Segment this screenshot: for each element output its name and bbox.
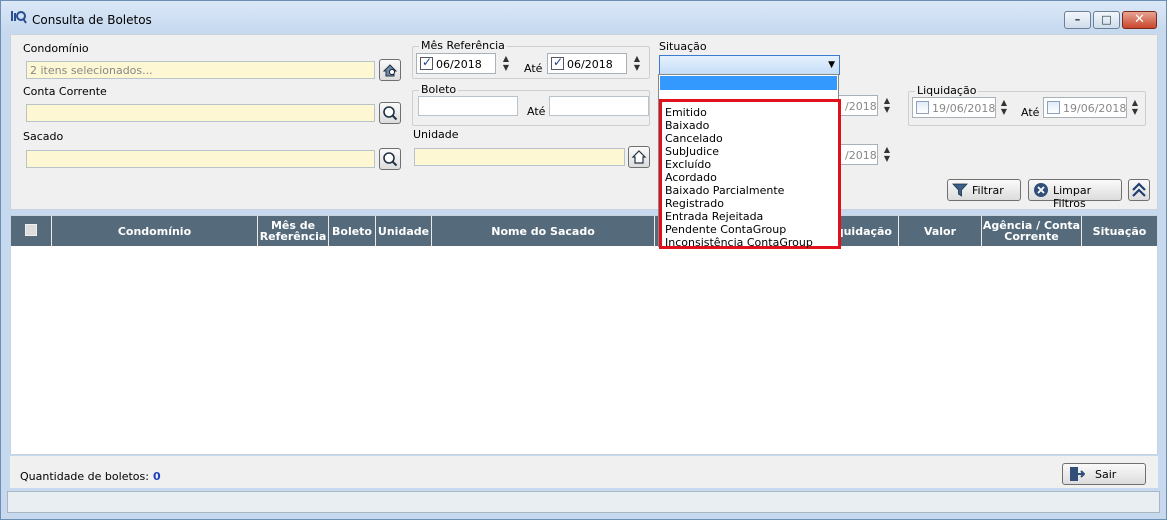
condominio-search-button[interactable] bbox=[379, 59, 401, 81]
collapse-filters-button[interactable] bbox=[1128, 179, 1150, 201]
situacao-option[interactable]: Entrada Rejeitada bbox=[665, 210, 763, 223]
grid-header: Condomínio Mês de Referência Boleto Unid… bbox=[11, 216, 1157, 246]
emissao-to-spinner[interactable]: ▲ ▼ bbox=[881, 145, 893, 165]
close-button[interactable]: ✕ bbox=[1122, 11, 1157, 29]
boleto-to-input[interactable] bbox=[549, 96, 649, 116]
footer: Quantidade de boletos: 0 Sair bbox=[10, 456, 1158, 488]
maximize-icon: □ bbox=[1101, 13, 1112, 26]
sair-button[interactable]: Sair bbox=[1062, 463, 1146, 485]
conta-corrente-label: Conta Corrente bbox=[23, 85, 107, 98]
unidade-field[interactable] bbox=[414, 148, 625, 166]
filter-panel: Condomínio 2 itens selecionados... Conta… bbox=[10, 34, 1158, 210]
situacao-options-highlight: Emitido Baixado Cancelado SubJudice Excl… bbox=[659, 99, 841, 249]
situacao-dropdown-list: Emitido Baixado Cancelado SubJudice Excl… bbox=[658, 74, 841, 249]
mes-referencia-from-checkbox[interactable] bbox=[420, 55, 433, 70]
situacao-option[interactable]: Pendente ContaGroup bbox=[665, 223, 786, 236]
condominio-field[interactable]: 2 itens selecionados... bbox=[26, 61, 375, 79]
limpar-filtros-button[interactable]: Limpar Filtros bbox=[1028, 179, 1122, 210]
boletos-grid: Condomínio Mês de Referência Boleto Unid… bbox=[10, 215, 1158, 455]
collapse-icon bbox=[1132, 182, 1146, 197]
situacao-option-empty[interactable] bbox=[660, 76, 837, 90]
liquidacao-from[interactable]: 19/06/2018 bbox=[912, 97, 996, 118]
emissao-from-spinner[interactable]: ▲ ▼ bbox=[881, 96, 893, 116]
situacao-option[interactable]: Excluído bbox=[665, 158, 711, 171]
situacao-option[interactable]: SubJudice bbox=[665, 145, 719, 158]
boleto-label: Boleto bbox=[419, 83, 459, 96]
mes-referencia-to-checkbox[interactable] bbox=[551, 55, 564, 70]
situacao-option[interactable]: Baixado Parcialmente bbox=[665, 184, 784, 197]
chevron-down-icon: ▼ bbox=[828, 60, 835, 70]
situacao-option[interactable]: Inconsistência ContaGroup bbox=[665, 236, 813, 249]
liquidacao-from-checkbox[interactable] bbox=[916, 101, 929, 114]
magnifier-icon bbox=[383, 152, 398, 167]
filtrar-button[interactable]: Filtrar bbox=[947, 179, 1021, 201]
condominio-label: Condomínio bbox=[23, 42, 89, 55]
col-situacao[interactable]: Situação bbox=[1082, 216, 1157, 246]
col-valor[interactable]: Valor bbox=[899, 216, 982, 246]
sacado-field[interactable] bbox=[26, 150, 375, 168]
mes-referencia-to-spinner[interactable]: ▲ ▼ bbox=[631, 54, 643, 74]
mes-referencia-to[interactable]: 06/2018 bbox=[547, 53, 627, 74]
status-bar bbox=[7, 491, 1160, 513]
liquidacao-ate-label: Até bbox=[1021, 106, 1040, 119]
liquidacao-from-spinner[interactable]: ▲ ▼ bbox=[998, 98, 1010, 118]
close-icon: ✕ bbox=[1134, 12, 1145, 27]
liquidacao-to-checkbox[interactable] bbox=[1047, 101, 1060, 114]
situacao-combobox[interactable]: ▼ bbox=[659, 55, 840, 75]
minimize-button[interactable]: – bbox=[1064, 11, 1091, 29]
clear-icon bbox=[1034, 183, 1048, 197]
funnel-icon bbox=[952, 183, 968, 197]
situacao-option[interactable]: Acordado bbox=[665, 171, 717, 184]
select-all-checkbox[interactable] bbox=[25, 224, 37, 236]
select-all-column bbox=[11, 216, 52, 246]
col-nome-sacado[interactable]: Nome do Sacado bbox=[432, 216, 655, 246]
quantidade-boletos: Quantidade de boletos: 0 bbox=[20, 470, 161, 483]
mes-referencia-from-spinner[interactable]: ▲ ▼ bbox=[500, 54, 512, 74]
magnifier-icon bbox=[383, 106, 398, 121]
house-icon bbox=[631, 150, 647, 164]
situacao-option[interactable]: Baixado bbox=[665, 119, 709, 132]
sacado-search-button[interactable] bbox=[379, 148, 401, 170]
conta-corrente-field[interactable] bbox=[26, 104, 375, 122]
situacao-option[interactable]: Registrado bbox=[665, 197, 724, 210]
sacado-label: Sacado bbox=[23, 130, 64, 143]
situacao-option[interactable]: Cancelado bbox=[665, 132, 723, 145]
liquidacao-label: Liquidação bbox=[915, 84, 979, 97]
col-unidade[interactable]: Unidade bbox=[376, 216, 432, 246]
window-title: Consulta de Boletos bbox=[32, 13, 152, 27]
col-mes-referencia[interactable]: Mês de Referência bbox=[258, 216, 329, 246]
boleto-from-input[interactable] bbox=[418, 96, 518, 116]
quantidade-boletos-value: 0 bbox=[152, 470, 161, 483]
minimize-icon: – bbox=[1074, 13, 1081, 26]
situacao-label: Situação bbox=[659, 40, 707, 53]
boleto-ate-label: Até bbox=[527, 105, 546, 118]
liquidacao-to-spinner[interactable]: ▲ ▼ bbox=[1129, 98, 1141, 118]
col-boleto[interactable]: Boleto bbox=[329, 216, 376, 246]
col-condominio[interactable]: Condomínio bbox=[52, 216, 258, 246]
title-bar: Consulta de Boletos – □ ✕ bbox=[1, 1, 1166, 33]
col-agencia-conta[interactable]: Agência / Conta Corrente bbox=[982, 216, 1082, 246]
report-search-icon bbox=[11, 11, 27, 24]
situacao-option[interactable]: Emitido bbox=[665, 106, 707, 119]
main-window: Consulta de Boletos – □ ✕ Condomínio 2 i… bbox=[0, 0, 1167, 520]
mes-referencia-label: Mês Referência bbox=[419, 39, 507, 52]
mes-referencia-ate-label: Até bbox=[524, 62, 543, 75]
conta-corrente-search-button[interactable] bbox=[379, 102, 401, 124]
exit-icon bbox=[1070, 467, 1085, 481]
mes-referencia-from[interactable]: 06/2018 bbox=[416, 53, 496, 74]
liquidacao-to[interactable]: 19/06/2018 bbox=[1043, 97, 1127, 118]
house-search-icon bbox=[382, 64, 398, 77]
unidade-label: Unidade bbox=[413, 128, 459, 141]
maximize-button[interactable]: □ bbox=[1093, 11, 1120, 29]
unidade-search-button[interactable] bbox=[628, 146, 650, 168]
